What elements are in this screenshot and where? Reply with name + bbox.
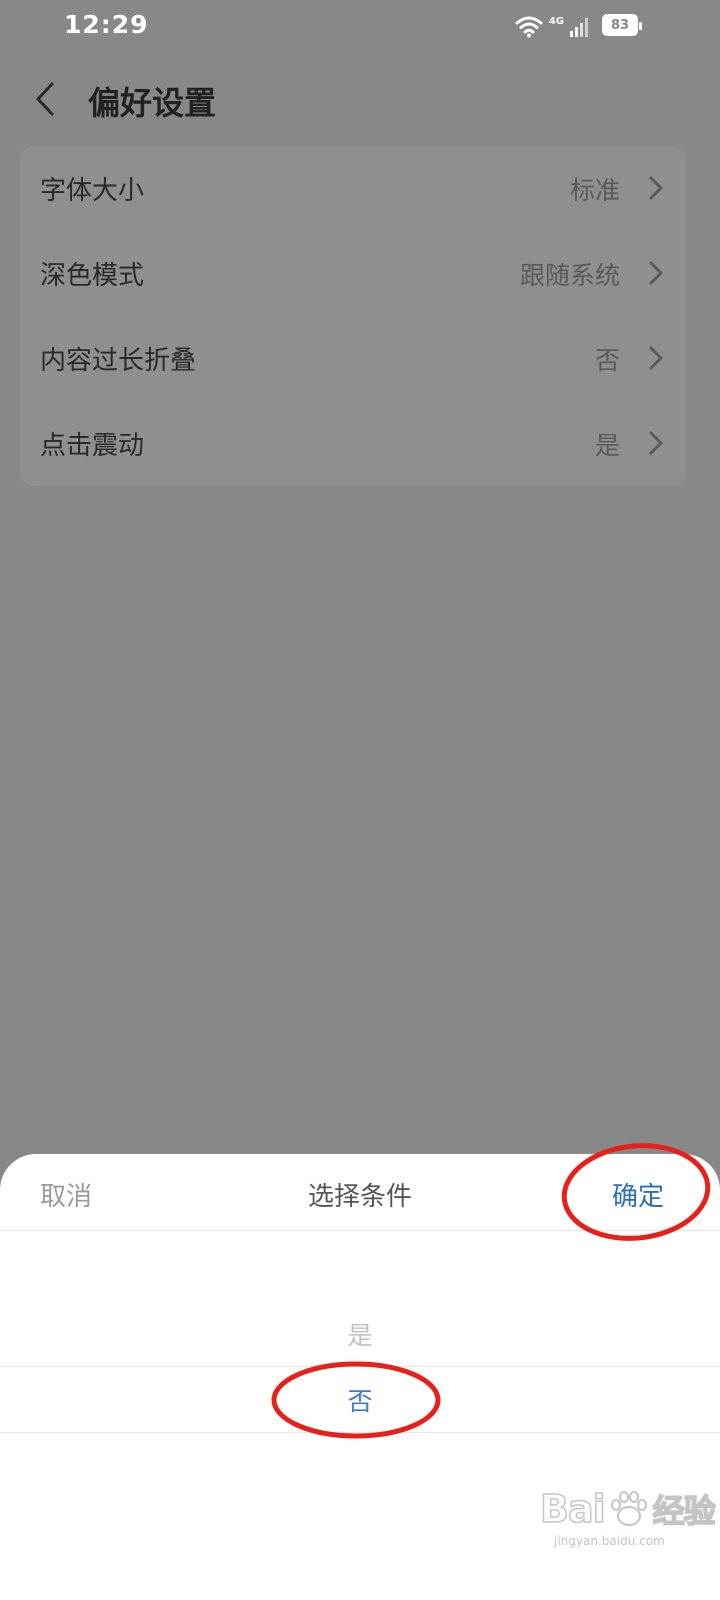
settings-card: 字体大小 标准 深色模式 跟随系统 内容过长折叠 否 点击震动 是 [20, 146, 686, 486]
status-bar: 12:29 4G 83 [0, 0, 720, 56]
picker-selection-bottom-line [0, 1432, 720, 1433]
status-time: 12:29 [64, 10, 149, 39]
setting-label: 字体大小 [40, 176, 145, 206]
watermark-text-right: 经验 [652, 1491, 717, 1531]
confirm-button[interactable]: 确定 [612, 1176, 664, 1213]
setting-label: 内容过长折叠 [40, 346, 197, 376]
chevron-left-icon [36, 82, 54, 116]
back-button[interactable] [26, 74, 74, 126]
signal-icon [570, 18, 588, 37]
picker-selection-top-line [0, 1366, 720, 1367]
setting-value: 是 [594, 431, 620, 460]
chevron-right-icon [649, 261, 663, 285]
page-header: 偏好设置 [0, 62, 720, 142]
chevron-right-icon [649, 431, 663, 455]
paw-icon [610, 1491, 647, 1526]
chevron-right-icon [649, 346, 663, 370]
setting-label: 深色模式 [40, 261, 145, 291]
watermark-logo: Bai 经验 [539, 1486, 717, 1532]
sheet-header: 取消 选择条件 确定 [0, 1154, 720, 1231]
picker-option-no[interactable]: 否 [0, 1382, 720, 1418]
setting-value: 否 [594, 346, 620, 375]
setting-row-font-size[interactable]: 字体大小 标准 [20, 146, 686, 230]
network-label: 4G [548, 15, 564, 27]
wifi-icon [515, 16, 543, 38]
watermark-text-left: Bai [539, 1486, 606, 1532]
setting-value: 跟随系统 [519, 261, 620, 290]
status-icons: 4G [515, 13, 592, 41]
setting-value: 标准 [569, 176, 620, 205]
battery-icon: 83 [602, 14, 642, 36]
setting-row-fold-long-content[interactable]: 内容过长折叠 否 [20, 316, 686, 400]
setting-row-dark-mode[interactable]: 深色模式 跟随系统 [20, 231, 686, 315]
picker-option-yes[interactable]: 是 [0, 1316, 720, 1352]
baidu-jingyan-watermark: Bai 经验 jingyan.baidu.com [539, 1486, 717, 1548]
page-title: 偏好设置 [88, 84, 217, 122]
chevron-right-icon [649, 176, 663, 200]
setting-row-tap-vibration[interactable]: 点击震动 是 [20, 401, 686, 485]
battery-level: 83 [610, 17, 630, 33]
watermark-url: jingyan.baidu.com [554, 1534, 665, 1548]
setting-label: 点击震动 [40, 431, 145, 461]
